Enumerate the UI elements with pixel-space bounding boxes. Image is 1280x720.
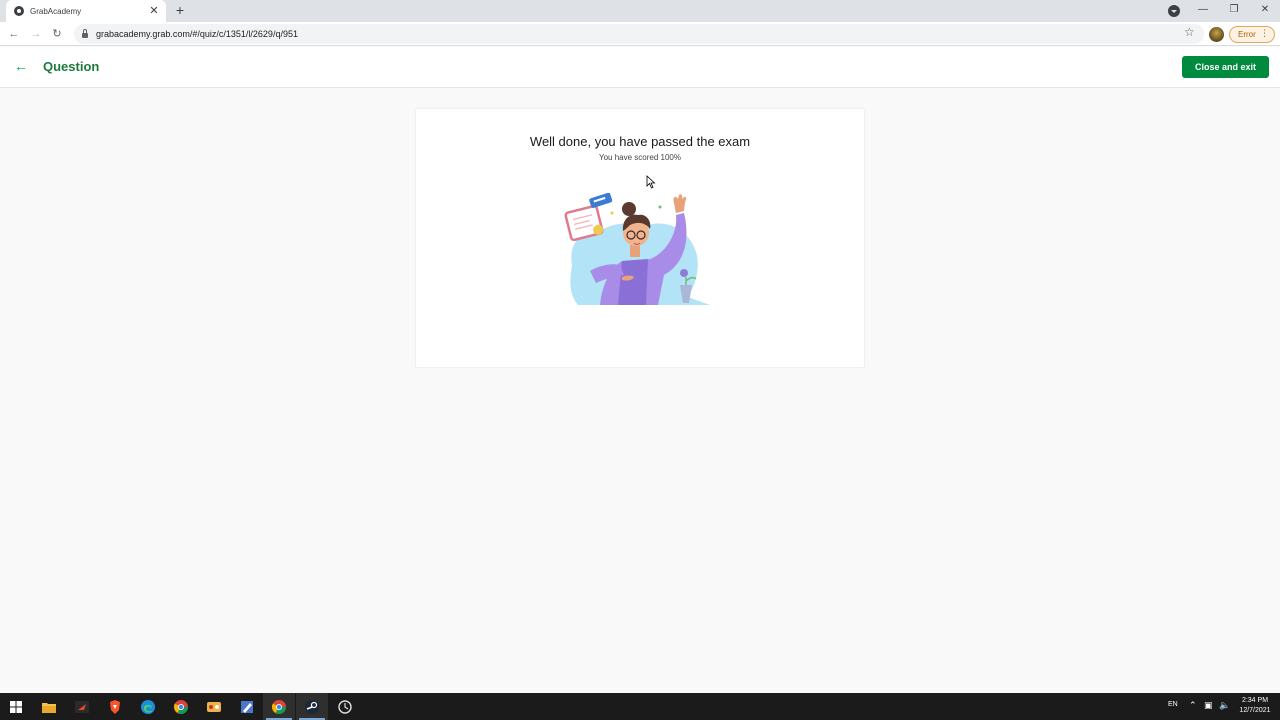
- edge-icon[interactable]: [132, 693, 164, 720]
- windows-taskbar: EN ⌃ ▣ 🔈 2:34 PM 12/7/2021: [0, 693, 1280, 720]
- reload-icon[interactable]: ↻: [49, 26, 65, 42]
- close-and-exit-button[interactable]: Close and exit: [1182, 56, 1269, 78]
- network-icon[interactable]: ▣: [1204, 700, 1213, 711]
- lock-icon: [82, 29, 88, 38]
- clock-date: 12/7/2021: [1239, 707, 1271, 714]
- system-clock[interactable]: 2:34 PM 12/7/2021: [1235, 696, 1275, 716]
- new-tab-button[interactable]: +: [172, 2, 188, 18]
- result-heading: Well done, you have passed the exam: [529, 134, 751, 149]
- url-text: grabacademy.grab.com/#/quiz/c/1351/l/262…: [96, 29, 298, 39]
- forward-arrow-icon[interactable]: →: [28, 26, 44, 42]
- browser-toolbar: ← → ↻ grabacademy.grab.com/#/quiz/c/1351…: [0, 22, 1280, 46]
- profile-error-button[interactable]: Error ⋮: [1229, 26, 1275, 43]
- window-restore-button[interactable]: ❐: [1219, 0, 1249, 22]
- language-indicator[interactable]: EN: [1168, 701, 1178, 708]
- windows-start-icon[interactable]: [0, 693, 32, 720]
- clock-time: 2:34 PM: [1241, 697, 1269, 704]
- score-text: You have scored 100%: [599, 153, 681, 162]
- menu-dots-icon[interactable]: ⋮: [1260, 28, 1269, 39]
- browser-tab[interactable]: GrabAcademy ✕: [6, 0, 166, 22]
- chrome-icon[interactable]: [263, 693, 295, 720]
- tab-title: GrabAcademy: [30, 6, 82, 16]
- brave-icon[interactable]: [99, 693, 131, 720]
- back-arrow-icon[interactable]: ←: [6, 26, 22, 42]
- back-arrow-icon[interactable]: ←: [14, 58, 28, 74]
- steam-icon[interactable]: [296, 693, 328, 720]
- window-close-button[interactable]: ✕: [1250, 0, 1280, 22]
- file-explorer-icon[interactable]: [33, 693, 65, 720]
- tab-search-icon[interactable]: [1168, 5, 1180, 17]
- error-label: Error: [1238, 30, 1256, 39]
- favicon-icon: [14, 6, 24, 16]
- celebration-illustration: [564, 193, 710, 305]
- app-red-icon[interactable]: [66, 693, 98, 720]
- chrome-icon[interactable]: [165, 693, 197, 720]
- result-card: Well done, you have passed the exam You …: [416, 109, 864, 367]
- game-app-icon[interactable]: [198, 693, 230, 720]
- address-bar[interactable]: grabacademy.grab.com/#/quiz/c/1351/l/262…: [74, 24, 1204, 44]
- notepad-app-icon[interactable]: [231, 693, 263, 720]
- clock-app-icon[interactable]: [329, 693, 361, 720]
- page-title: Question: [43, 59, 100, 74]
- window-minimize-button[interactable]: —: [1188, 0, 1218, 22]
- mouse-cursor-icon: [646, 175, 656, 189]
- volume-icon[interactable]: 🔈: [1219, 700, 1230, 711]
- tray-chevron-up-icon[interactable]: ⌃: [1189, 700, 1197, 711]
- app-header: ← Question Close and exit: [0, 47, 1280, 88]
- bookmark-star-icon[interactable]: ☆: [1184, 25, 1195, 39]
- tab-close-icon[interactable]: ✕: [148, 5, 160, 17]
- browser-tab-strip: GrabAcademy ✕ + — ❐ ✕: [0, 0, 1280, 22]
- profile-avatar[interactable]: [1209, 27, 1224, 42]
